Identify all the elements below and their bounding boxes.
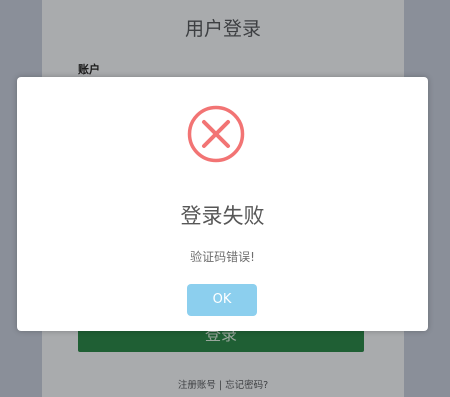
footer-links: 注册账号 | 忘记密码?: [42, 377, 404, 391]
error-dialog: 登录失败 验证码错误! OK: [17, 77, 428, 331]
register-link[interactable]: 注册账号: [178, 380, 216, 391]
login-title: 用户登录: [184, 18, 261, 40]
link-separator: |: [218, 380, 223, 391]
dialog-message: 验证码错误!: [190, 250, 255, 264]
forgot-password-link[interactable]: 忘记密码?: [225, 380, 268, 391]
account-label: 账户: [78, 63, 100, 76]
dialog-title: 登录失败: [180, 204, 265, 228]
ok-button[interactable]: OK: [187, 284, 257, 316]
error-x-icon: [187, 105, 245, 163]
